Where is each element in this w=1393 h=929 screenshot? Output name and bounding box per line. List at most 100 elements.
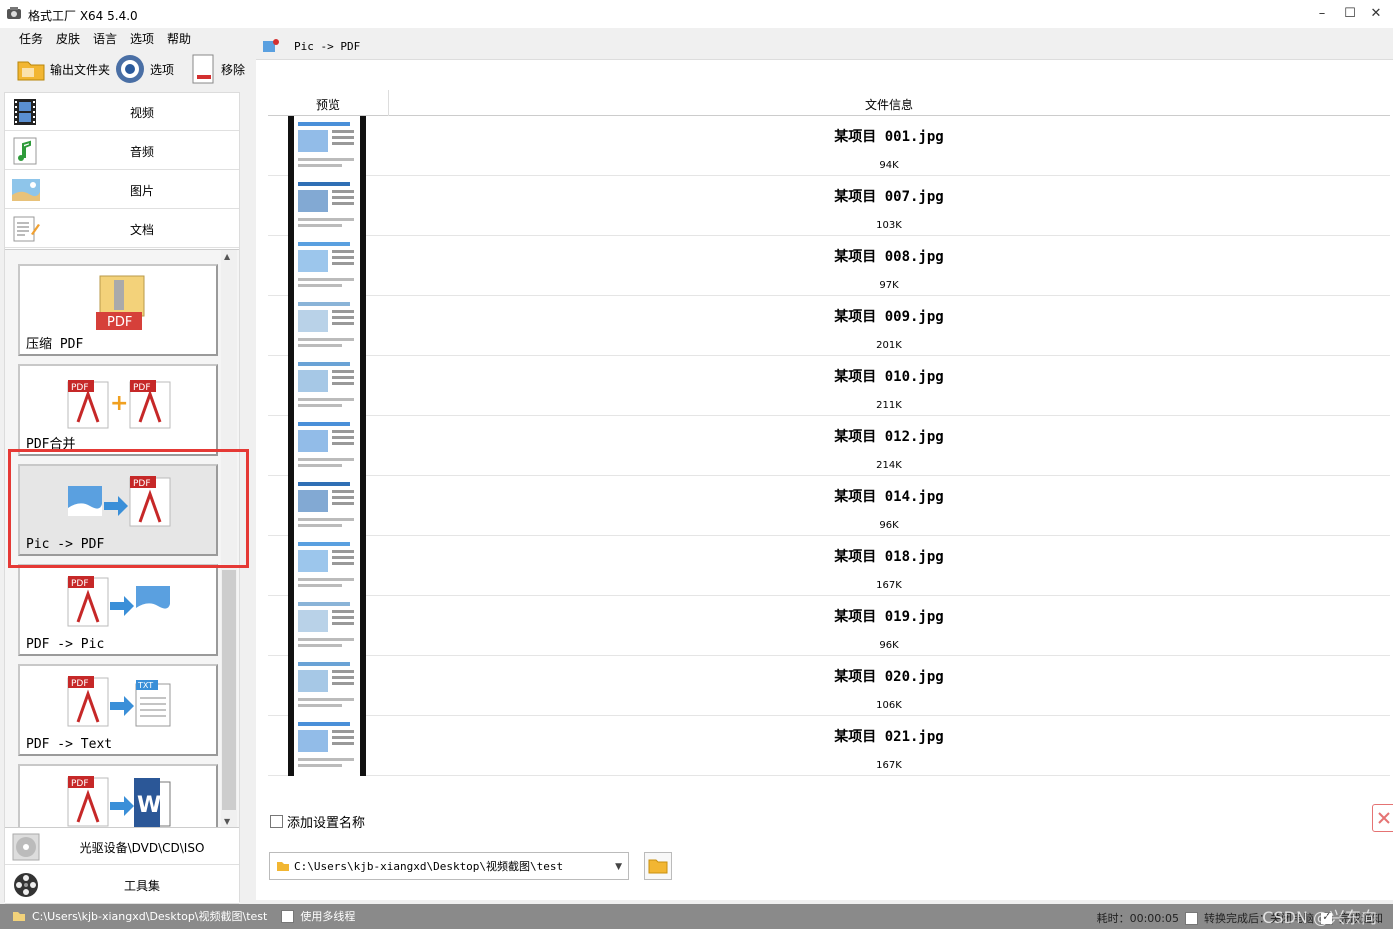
svg-text:PDF: PDF — [133, 383, 151, 393]
file-name: 某项目 009.jpg — [834, 309, 944, 325]
file-thumbnail — [288, 656, 366, 716]
remove-document-icon — [192, 54, 214, 84]
app-logo-icon — [7, 7, 21, 19]
func-pdf-merge[interactable]: PDF + PDF PDF合并 — [18, 364, 218, 456]
svg-text:TXT: TXT — [137, 681, 153, 690]
file-row[interactable]: 某项目 012.jpg 214K — [268, 416, 1390, 476]
menu-language[interactable]: 语言 — [93, 30, 117, 47]
scroll-thumb[interactable] — [222, 570, 236, 810]
pdf-to-word-icon: PDF W — [67, 776, 171, 827]
remove-button[interactable]: 移除 — [191, 52, 245, 86]
film-icon — [14, 99, 36, 125]
pdf-merge-icon: PDF + PDF — [67, 380, 171, 429]
svg-text:PDF: PDF — [71, 579, 89, 589]
scroll-up-arrow-icon[interactable]: ▲ — [224, 252, 230, 261]
category-picture[interactable]: 图片 — [5, 171, 239, 209]
close-button[interactable]: ✕ — [1362, 4, 1390, 24]
file-size: 96K — [879, 520, 899, 531]
output-folder-button[interactable]: 输出文件夹 — [16, 52, 110, 86]
func-compress-pdf[interactable]: PDF 压缩 PDF — [18, 264, 218, 356]
film-reel-icon — [14, 873, 38, 897]
file-thumbnail — [288, 116, 366, 176]
file-thumbnail — [288, 176, 366, 236]
file-size: 103K — [876, 220, 902, 231]
file-thumbnail — [288, 476, 366, 536]
toolbar: 输出文件夹 选项 移除 — [0, 50, 256, 88]
title-bar: 格式工厂 X64 5.4.0 – ☐ ✕ — [0, 0, 1393, 28]
menu-help[interactable]: 帮助 — [167, 30, 191, 47]
file-name: 某项目 014.jpg — [834, 489, 944, 505]
func-label: 压缩 PDF — [26, 337, 84, 352]
elapsed-time: 耗时：00:00:05 — [1096, 912, 1179, 925]
category-document[interactable]: 文档 — [5, 210, 239, 248]
file-name: 某项目 019.jpg — [834, 609, 944, 625]
file-size: 94K — [879, 160, 899, 171]
func-label: PDF -> Text — [26, 737, 113, 752]
browse-folder-button[interactable] — [644, 852, 672, 880]
file-thumbnail — [288, 296, 366, 356]
task-icon — [263, 39, 279, 52]
options-gear-icon — [116, 55, 144, 83]
svg-text:PDF: PDF — [71, 679, 89, 689]
task-panel-header: Pic -> PDF — [256, 32, 1393, 60]
add-setting-name-checkbox[interactable] — [270, 815, 283, 828]
category-audio[interactable]: 音频 — [5, 132, 239, 170]
menu-task[interactable]: 任务 — [19, 30, 43, 47]
category-tools[interactable]: 工具集 — [5, 866, 239, 904]
menu-options[interactable]: 选项 — [130, 30, 154, 47]
thumbnail-image — [294, 236, 360, 296]
scroll-down-arrow-icon[interactable]: ▼ — [224, 817, 230, 826]
file-row[interactable]: 某项目 020.jpg 106K — [268, 656, 1390, 716]
multithread-checkbox[interactable] — [281, 908, 295, 923]
status-path[interactable]: C:\Users\kjb-xiangxd\Desktop\视频截图\test — [32, 908, 267, 924]
file-thumbnail — [288, 416, 366, 476]
file-row[interactable]: 某项目 010.jpg 211K — [268, 356, 1390, 416]
func-pdf-to-pic[interactable]: PDF PDF -> Pic — [18, 564, 218, 656]
thumbnail-image — [294, 656, 360, 716]
column-preview: 预览 — [315, 98, 340, 112]
options-button[interactable]: 选项 — [114, 52, 174, 86]
compress-pdf-icon: PDF — [96, 275, 145, 330]
category-label: 音频 — [129, 145, 154, 159]
svg-text:PDF: PDF — [71, 383, 89, 393]
menu-skin[interactable]: 皮肤 — [56, 30, 80, 47]
music-note-icon — [13, 137, 37, 165]
file-size: 211K — [876, 400, 902, 411]
file-size: 201K — [876, 340, 902, 351]
folder-icon — [17, 61, 45, 81]
file-name: 某项目 018.jpg — [834, 549, 944, 565]
category-video[interactable]: 视频 — [5, 93, 239, 131]
file-name: 某项目 020.jpg — [834, 669, 944, 685]
func-pdf-to-word[interactable]: PDF W — [18, 764, 218, 827]
file-name: 某项目 008.jpg — [834, 249, 944, 265]
file-row[interactable]: 某项目 007.jpg 103K — [268, 176, 1390, 236]
output-path-select[interactable]: C:\Users\kjb-xiangxd\Desktop\视频截图\test ▼ — [269, 852, 629, 880]
multithread-label: 使用多线程 — [300, 910, 356, 923]
category-disc[interactable]: 光驱设备\DVD\CD\ISO — [5, 827, 239, 865]
file-row[interactable]: 某项目 021.jpg 167K — [268, 716, 1390, 776]
watermark: CSDN @兴东向 — [1262, 908, 1377, 927]
file-row[interactable]: 某项目 014.jpg 96K — [268, 476, 1390, 536]
func-pdf-to-text[interactable]: PDF TXT PDF -> Text — [18, 664, 218, 756]
clear-list-button[interactable] — [1372, 804, 1393, 832]
file-row[interactable]: 某项目 019.jpg 96K — [268, 596, 1390, 656]
file-size: 96K — [879, 640, 899, 651]
selection-highlight — [8, 449, 249, 568]
thumbnail-image — [294, 176, 360, 236]
file-row[interactable]: 某项目 008.jpg 97K — [268, 236, 1390, 296]
task-panel: Pic -> PDF 预览 文件信息 某项目 001.jpg 94K 某项目 007… — [256, 32, 1393, 900]
file-name: 某项目 010.jpg — [834, 369, 944, 385]
file-size: 106K — [876, 700, 902, 711]
after-convert-checkbox[interactable] — [1185, 911, 1198, 925]
clear-icon — [1378, 812, 1390, 824]
window-title: 格式工厂 X64 5.4.0 — [28, 9, 138, 23]
minimize-button[interactable]: – — [1308, 4, 1336, 24]
file-row[interactable]: 某项目 001.jpg 94K — [268, 116, 1390, 176]
file-row[interactable]: 某项目 009.jpg 201K — [268, 296, 1390, 356]
maximize-button[interactable]: ☐ — [1336, 4, 1364, 24]
folder-icon — [277, 862, 289, 871]
status-bar: C:\Users\kjb-xiangxd\Desktop\视频截图\test 使… — [0, 904, 1393, 929]
file-row[interactable]: 某项目 018.jpg 167K — [268, 536, 1390, 596]
thumbnail-image — [294, 476, 360, 536]
add-setting-name-option[interactable]: 添加设置名称 — [270, 812, 365, 831]
